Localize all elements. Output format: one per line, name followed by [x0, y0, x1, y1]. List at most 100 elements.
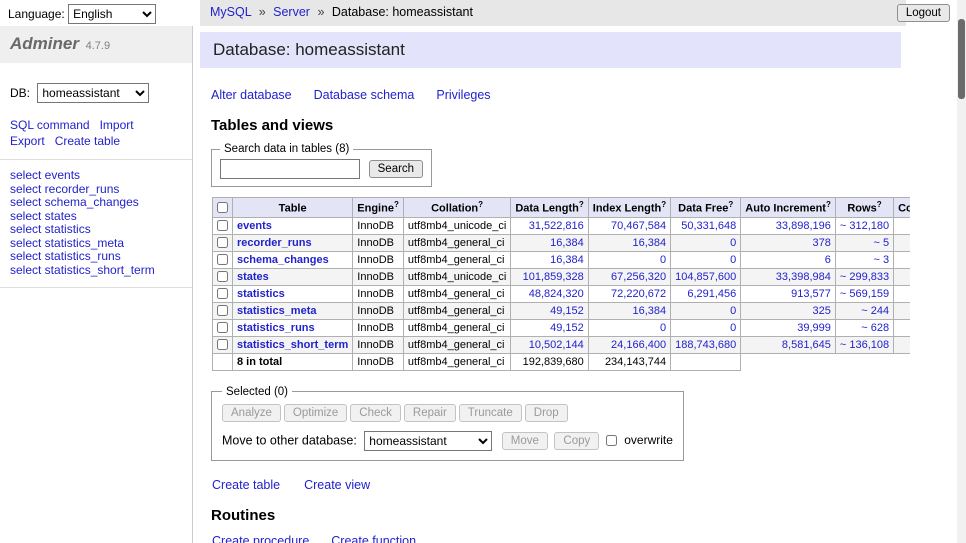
- sidebar-table-link[interactable]: select recorder_runs: [10, 183, 182, 197]
- index-length-cell[interactable]: 72,220,672: [588, 285, 670, 302]
- total-row: 8 in total InnoDB utf8mb4_general_ci 192…: [213, 353, 911, 370]
- create-link[interactable]: Create view: [304, 478, 370, 492]
- rows-count-cell[interactable]: ~ 299,833: [835, 268, 893, 285]
- data-length-cell[interactable]: 10,502,144: [511, 336, 588, 353]
- sidebar-table-link[interactable]: select statistics_short_term: [10, 264, 182, 278]
- data-length-cell[interactable]: 16,384: [511, 251, 588, 268]
- routine-links: Create procedure Create function: [212, 533, 910, 543]
- row-checkbox[interactable]: [217, 220, 228, 231]
- column-header[interactable]: Collation?: [403, 198, 510, 218]
- index-length-cell[interactable]: 24,166,400: [588, 336, 670, 353]
- index-length-cell[interactable]: 16,384: [588, 234, 670, 251]
- sidebar-table-link[interactable]: select states: [10, 210, 182, 224]
- sidebar-table-link[interactable]: select statistics_meta: [10, 237, 182, 251]
- sidebar-link[interactable]: Export: [10, 133, 45, 149]
- db-select[interactable]: homeassistant: [37, 83, 149, 103]
- table-name-link[interactable]: events: [237, 220, 272, 232]
- table-name-link[interactable]: recorder_runs: [237, 237, 312, 249]
- column-header[interactable]: Data Length?: [511, 198, 588, 218]
- row-checkbox[interactable]: [217, 305, 228, 316]
- row-checkbox[interactable]: [217, 322, 228, 333]
- row-checkbox[interactable]: [217, 339, 228, 350]
- overwrite-checkbox[interactable]: [606, 435, 617, 446]
- logout-button[interactable]: Logout: [897, 4, 950, 22]
- language-select[interactable]: English: [68, 4, 156, 24]
- rows-count-cell[interactable]: ~ 3: [835, 251, 893, 268]
- sidebar-link[interactable]: SQL command: [10, 117, 90, 133]
- overwrite-label[interactable]: overwrite: [624, 433, 673, 447]
- scrollbar[interactable]: [957, 0, 966, 543]
- selected-action-button[interactable]: Drop: [525, 404, 568, 422]
- data-length-cell[interactable]: 31,522,816: [511, 217, 588, 234]
- index-length-cell[interactable]: 0: [588, 251, 670, 268]
- selected-action-button[interactable]: Repair: [404, 404, 456, 422]
- sidebar-table-link[interactable]: select statistics_runs: [10, 250, 182, 264]
- row-checkbox[interactable]: [217, 237, 228, 248]
- data-length-cell[interactable]: 49,152: [511, 319, 588, 336]
- row-checkbox[interactable]: [217, 254, 228, 265]
- index-length-cell[interactable]: 16,384: [588, 302, 670, 319]
- sidebar-table-link[interactable]: select schema_changes: [10, 196, 182, 210]
- column-header[interactable]: Data Free?: [671, 198, 741, 218]
- engine-cell: InnoDB: [353, 234, 404, 251]
- selected-action-button[interactable]: Truncate: [459, 404, 522, 422]
- app-name-link[interactable]: Adminer: [10, 34, 79, 53]
- table-row: statistics InnoDB utf8mb4_general_ci 48,…: [213, 285, 911, 302]
- sidebar-table-link[interactable]: select events: [10, 169, 182, 183]
- table-name-link[interactable]: schema_changes: [237, 254, 329, 266]
- search-input[interactable]: [220, 159, 360, 179]
- breadcrumb-mysql-link[interactable]: MySQL: [210, 5, 251, 19]
- move-database-select[interactable]: homeassistant: [364, 431, 492, 451]
- move-button[interactable]: Move: [502, 432, 548, 450]
- rows-count-cell[interactable]: ~ 628: [835, 319, 893, 336]
- data-length-cell[interactable]: 48,824,320: [511, 285, 588, 302]
- column-header[interactable]: Auto Increment?: [741, 198, 836, 218]
- data-length-cell[interactable]: 49,152: [511, 302, 588, 319]
- column-header[interactable]: Comment?: [894, 198, 910, 218]
- table-name-link[interactable]: states: [237, 271, 269, 283]
- data-length-cell[interactable]: 16,384: [511, 234, 588, 251]
- breadcrumb-server-link[interactable]: Server: [273, 5, 310, 19]
- table-name-link[interactable]: statistics_meta: [237, 305, 317, 317]
- sidebar-link[interactable]: Import: [100, 117, 134, 133]
- row-checkbox[interactable]: [217, 271, 228, 282]
- selected-action-button[interactable]: Check: [350, 404, 401, 422]
- database-action-link[interactable]: Privileges: [436, 88, 490, 102]
- rows-count-cell[interactable]: ~ 244: [835, 302, 893, 319]
- select-all-header: [213, 198, 233, 218]
- table-name-link[interactable]: statistics_runs: [237, 322, 315, 334]
- sidebar-link[interactable]: Create table: [55, 133, 120, 149]
- table-name-link[interactable]: statistics: [237, 288, 285, 300]
- row-checkbox-cell: [213, 268, 233, 285]
- database-action-link[interactable]: Database schema: [314, 88, 415, 102]
- rows-count-cell[interactable]: ~ 312,180: [835, 217, 893, 234]
- rows-count-cell[interactable]: ~ 136,108: [835, 336, 893, 353]
- column-header[interactable]: Table: [233, 198, 353, 218]
- search-button[interactable]: Search: [369, 160, 423, 178]
- data-free-cell: 0: [671, 234, 741, 251]
- sidebar-table-link[interactable]: select statistics: [10, 223, 182, 237]
- row-checkbox[interactable]: [217, 288, 228, 299]
- routine-link[interactable]: Create function: [331, 534, 416, 543]
- rows-count-cell[interactable]: ~ 569,159: [835, 285, 893, 302]
- column-header[interactable]: Rows?: [835, 198, 893, 218]
- index-length-cell[interactable]: 67,256,320: [588, 268, 670, 285]
- column-header[interactable]: Engine?: [353, 198, 404, 218]
- table-name-cell: events: [233, 217, 353, 234]
- scrollbar-thumb[interactable]: [958, 19, 965, 99]
- selected-action-button[interactable]: Optimize: [284, 404, 347, 422]
- data-free-cell: 104,857,600: [671, 268, 741, 285]
- column-header[interactable]: Index Length?: [588, 198, 670, 218]
- select-all-checkbox[interactable]: [217, 202, 228, 213]
- copy-button[interactable]: Copy: [554, 432, 599, 450]
- create-link[interactable]: Create table: [212, 478, 280, 492]
- table-name-link[interactable]: statistics_short_term: [237, 339, 348, 351]
- rows-count-cell[interactable]: ~ 5: [835, 234, 893, 251]
- database-action-link[interactable]: Alter database: [211, 88, 292, 102]
- selected-action-button[interactable]: Analyze: [222, 404, 281, 422]
- routine-link[interactable]: Create procedure: [212, 534, 309, 543]
- data-length-cell[interactable]: 101,859,328: [511, 268, 588, 285]
- index-length-cell[interactable]: 70,467,584: [588, 217, 670, 234]
- index-length-cell[interactable]: 0: [588, 319, 670, 336]
- table-name-cell: statistics_meta: [233, 302, 353, 319]
